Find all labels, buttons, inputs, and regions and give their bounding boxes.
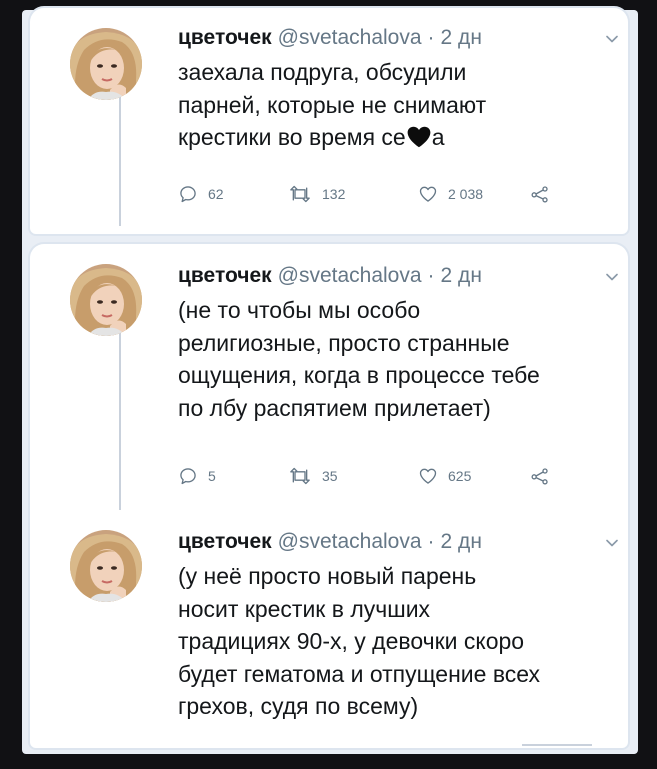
- tweet: цветочек @svetachalova · 2 дн (не то что…: [178, 262, 638, 424]
- share-icon: [530, 184, 550, 204]
- display-name[interactable]: цветочек: [178, 262, 272, 290]
- reply-count: 5: [208, 468, 216, 484]
- tweet-text-part: а: [431, 124, 445, 150]
- like-button[interactable]: 2 038: [418, 184, 530, 204]
- retweet-button[interactable]: 132: [288, 184, 418, 204]
- chevron-down-icon[interactable]: [606, 262, 618, 290]
- tweet-text: заехала подруга, обсудили парней, которы…: [178, 56, 638, 155]
- like-button[interactable]: 625: [418, 466, 530, 486]
- tweet-header: цветочек @svetachalova · 2 дн: [178, 24, 638, 52]
- user-handle[interactable]: @svetachalova: [278, 24, 422, 52]
- tweet-card: цветочек @svetachalova · 2 дн (не то что…: [30, 244, 628, 748]
- tweet-header: цветочек @svetachalova · 2 дн: [178, 262, 638, 290]
- tweet-actions: 62 132 2 038: [178, 184, 550, 204]
- timestamp[interactable]: 2 дн: [441, 528, 482, 556]
- retweet-icon: [288, 184, 312, 204]
- retweet-button[interactable]: 35: [288, 466, 418, 486]
- retweet-icon: [288, 466, 312, 486]
- avatar[interactable]: [70, 264, 142, 336]
- user-handle[interactable]: @svetachalova: [278, 262, 422, 290]
- reply-icon: [178, 466, 198, 486]
- thread-line: [119, 96, 121, 226]
- reply-icon: [178, 184, 198, 204]
- chevron-down-icon[interactable]: [606, 528, 618, 556]
- reply-button[interactable]: 5: [178, 466, 288, 486]
- like-count: 625: [448, 468, 472, 484]
- reply-count: 62: [208, 186, 224, 202]
- heart-icon: [418, 184, 438, 204]
- display-name[interactable]: цветочек: [178, 24, 272, 52]
- retweet-count: 132: [322, 186, 346, 202]
- user-handle[interactable]: @svetachalova: [278, 528, 422, 556]
- share-button[interactable]: [530, 184, 550, 204]
- tweet-actions: 5 35 625: [178, 466, 550, 486]
- reply-button[interactable]: 62: [178, 184, 288, 204]
- tweet: цветочек @svetachalova · 2 дн (у неё про…: [178, 528, 638, 723]
- tweet-text: (у неё просто новый парень носит крестик…: [178, 563, 541, 719]
- tweet-text: (не то чтобы мы особо религиозные, прост…: [178, 297, 540, 421]
- heart-icon: [418, 466, 438, 486]
- divider: [522, 744, 592, 746]
- thread-line: [119, 332, 121, 510]
- share-icon: [530, 466, 550, 486]
- retweet-count: 35: [322, 468, 338, 484]
- like-count: 2 038: [448, 186, 484, 202]
- separator: ·: [427, 26, 435, 49]
- separator: ·: [427, 264, 435, 287]
- timestamp[interactable]: 2 дн: [441, 262, 482, 290]
- avatar[interactable]: [70, 530, 142, 602]
- display-name[interactable]: цветочек: [178, 528, 272, 556]
- tweet-header: цветочек @svetachalova · 2 дн: [178, 528, 638, 556]
- avatar[interactable]: [70, 28, 142, 100]
- tweet-card: цветочек @svetachalova · 2 дн заехала по…: [30, 8, 628, 234]
- share-button[interactable]: [530, 466, 550, 486]
- separator: ·: [427, 530, 435, 553]
- timestamp[interactable]: 2 дн: [441, 24, 482, 52]
- tweet: цветочек @svetachalova · 2 дн заехала по…: [178, 24, 638, 155]
- black-heart-icon: [406, 123, 432, 156]
- chevron-down-icon[interactable]: [606, 24, 618, 52]
